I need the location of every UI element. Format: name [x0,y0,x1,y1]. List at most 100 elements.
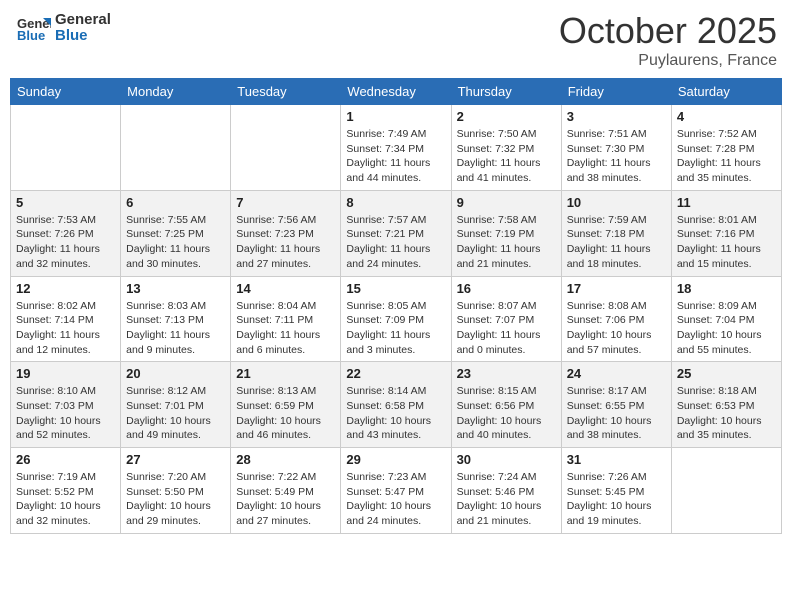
calendar-cell: 17 Sunrise: 8:08 AMSunset: 7:06 PMDayligh… [561,276,671,362]
col-monday: Monday [121,79,231,105]
day-number: 14 [236,281,335,296]
calendar-cell: 2 Sunrise: 7:50 AMSunset: 7:32 PMDaylight… [451,105,561,191]
day-info: Sunrise: 8:18 AMSunset: 6:53 PMDaylight:… [677,384,776,443]
day-info: Sunrise: 8:15 AMSunset: 6:56 PMDaylight:… [457,384,556,443]
calendar-cell: 5 Sunrise: 7:53 AMSunset: 7:26 PMDaylight… [11,190,121,276]
day-number: 20 [126,366,225,381]
day-info: Sunrise: 8:14 AMSunset: 6:58 PMDaylight:… [346,384,445,443]
col-sunday: Sunday [11,79,121,105]
calendar-cell: 6 Sunrise: 7:55 AMSunset: 7:25 PMDaylight… [121,190,231,276]
day-info: Sunrise: 8:03 AMSunset: 7:13 PMDaylight:… [126,299,225,358]
calendar-cell: 26 Sunrise: 7:19 AMSunset: 5:52 PMDayligh… [11,448,121,534]
day-number: 3 [567,109,666,124]
calendar-cell: 4Sunrise: 7:52 AMSunset: 7:28 PMDaylight… [671,105,781,191]
calendar-cell: 21 Sunrise: 8:13 AMSunset: 6:59 PMDayligh… [231,362,341,448]
day-number: 31 [567,452,666,467]
logo-blue: Blue [55,28,111,45]
day-number: 15 [346,281,445,296]
day-info: Sunrise: 8:12 AMSunset: 7:01 PMDaylight:… [126,384,225,443]
day-info: Sunrise: 7:26 AMSunset: 5:45 PMDaylight:… [567,470,666,529]
day-info: Sunrise: 8:04 AMSunset: 7:11 PMDaylight:… [236,299,335,358]
day-number: 13 [126,281,225,296]
day-number: 2 [457,109,556,124]
calendar-cell: 13 Sunrise: 8:03 AMSunset: 7:13 PMDayligh… [121,276,231,362]
logo-general: General [55,12,111,29]
col-thursday: Thursday [451,79,561,105]
day-number: 27 [126,452,225,467]
day-info: Sunrise: 7:53 AMSunset: 7:26 PMDaylight:… [16,213,115,272]
col-saturday: Saturday [671,79,781,105]
calendar-cell: 9 Sunrise: 7:58 AMSunset: 7:19 PMDaylight… [451,190,561,276]
day-number: 9 [457,195,556,210]
calendar-cell [11,105,121,191]
day-info: Sunrise: 7:51 AMSunset: 7:30 PMDaylight:… [567,127,666,186]
day-number: 23 [457,366,556,381]
day-info: Sunrise: 7:49 AMSunset: 7:34 PMDaylight:… [346,127,445,186]
day-number: 29 [346,452,445,467]
calendar-cell: 1 Sunrise: 7:49 AMSunset: 7:34 PMDaylight… [341,105,451,191]
calendar-table: Sunday Monday Tuesday Wednesday Thursday… [10,78,782,534]
day-number: 5 [16,195,115,210]
calendar-cell: 28Sunrise: 7:22 AMSunset: 5:49 PMDayligh… [231,448,341,534]
logo: General Blue General Blue [15,10,111,46]
calendar-cell: 29 Sunrise: 7:23 AMSunset: 5:47 PMDayligh… [341,448,451,534]
svg-text:Blue: Blue [17,28,45,43]
title-block: October 2025 Puylaurens, France [559,10,777,70]
day-number: 6 [126,195,225,210]
day-number: 28 [236,452,335,467]
day-info: Sunrise: 7:50 AMSunset: 7:32 PMDaylight:… [457,127,556,186]
day-info: Sunrise: 8:17 AMSunset: 6:55 PMDaylight:… [567,384,666,443]
month-title: October 2025 [559,10,777,52]
calendar-week-row: 12Sunrise: 8:02 AMSunset: 7:14 PMDayligh… [11,276,782,362]
calendar-week-row: 19Sunrise: 8:10 AMSunset: 7:03 PMDayligh… [11,362,782,448]
location: Puylaurens, France [559,52,777,70]
day-number: 25 [677,366,776,381]
day-number: 24 [567,366,666,381]
calendar-cell: 15 Sunrise: 8:05 AMSunset: 7:09 PMDayligh… [341,276,451,362]
day-number: 1 [346,109,445,124]
calendar-header-row: Sunday Monday Tuesday Wednesday Thursday… [11,79,782,105]
day-number: 26 [16,452,115,467]
day-number: 17 [567,281,666,296]
day-info: Sunrise: 8:01 AMSunset: 7:16 PMDaylight:… [677,213,776,272]
calendar-week-row: 1 Sunrise: 7:49 AMSunset: 7:34 PMDaylight… [11,105,782,191]
day-number: 11 [677,195,776,210]
col-tuesday: Tuesday [231,79,341,105]
day-info: Sunrise: 8:07 AMSunset: 7:07 PMDaylight:… [457,299,556,358]
calendar-week-row: 26 Sunrise: 7:19 AMSunset: 5:52 PMDayligh… [11,448,782,534]
calendar-cell: 19Sunrise: 8:10 AMSunset: 7:03 PMDayligh… [11,362,121,448]
calendar-cell: 23 Sunrise: 8:15 AMSunset: 6:56 PMDayligh… [451,362,561,448]
day-info: Sunrise: 7:55 AMSunset: 7:25 PMDaylight:… [126,213,225,272]
day-number: 18 [677,281,776,296]
calendar-cell [671,448,781,534]
calendar-cell: 24 Sunrise: 8:17 AMSunset: 6:55 PMDayligh… [561,362,671,448]
day-info: Sunrise: 8:09 AMSunset: 7:04 PMDaylight:… [677,299,776,358]
calendar-cell [231,105,341,191]
day-info: Sunrise: 8:08 AMSunset: 7:06 PMDaylight:… [567,299,666,358]
day-number: 8 [346,195,445,210]
day-info: Sunrise: 7:20 AMSunset: 5:50 PMDaylight:… [126,470,225,529]
calendar-cell: 3 Sunrise: 7:51 AMSunset: 7:30 PMDaylight… [561,105,671,191]
day-number: 7 [236,195,335,210]
calendar-cell: 16 Sunrise: 8:07 AMSunset: 7:07 PMDayligh… [451,276,561,362]
day-number: 4 [677,109,776,124]
col-friday: Friday [561,79,671,105]
calendar-cell: 25 Sunrise: 8:18 AMSunset: 6:53 PMDayligh… [671,362,781,448]
day-number: 22 [346,366,445,381]
day-info: Sunrise: 8:05 AMSunset: 7:09 PMDaylight:… [346,299,445,358]
day-number: 21 [236,366,335,381]
calendar-cell: 31 Sunrise: 7:26 AMSunset: 5:45 PMDayligh… [561,448,671,534]
day-info: Sunrise: 7:58 AMSunset: 7:19 PMDaylight:… [457,213,556,272]
col-wednesday: Wednesday [341,79,451,105]
day-info: Sunrise: 8:10 AMSunset: 7:03 PMDaylight:… [16,384,115,443]
calendar-week-row: 5 Sunrise: 7:53 AMSunset: 7:26 PMDaylight… [11,190,782,276]
calendar-cell: 7Sunrise: 7:56 AMSunset: 7:23 PMDaylight… [231,190,341,276]
day-number: 10 [567,195,666,210]
day-number: 30 [457,452,556,467]
day-info: Sunrise: 7:19 AMSunset: 5:52 PMDaylight:… [16,470,115,529]
calendar-cell: 27 Sunrise: 7:20 AMSunset: 5:50 PMDayligh… [121,448,231,534]
day-info: Sunrise: 7:57 AMSunset: 7:21 PMDaylight:… [346,213,445,272]
day-number: 16 [457,281,556,296]
day-info: Sunrise: 8:13 AMSunset: 6:59 PMDaylight:… [236,384,335,443]
day-info: Sunrise: 7:23 AMSunset: 5:47 PMDaylight:… [346,470,445,529]
